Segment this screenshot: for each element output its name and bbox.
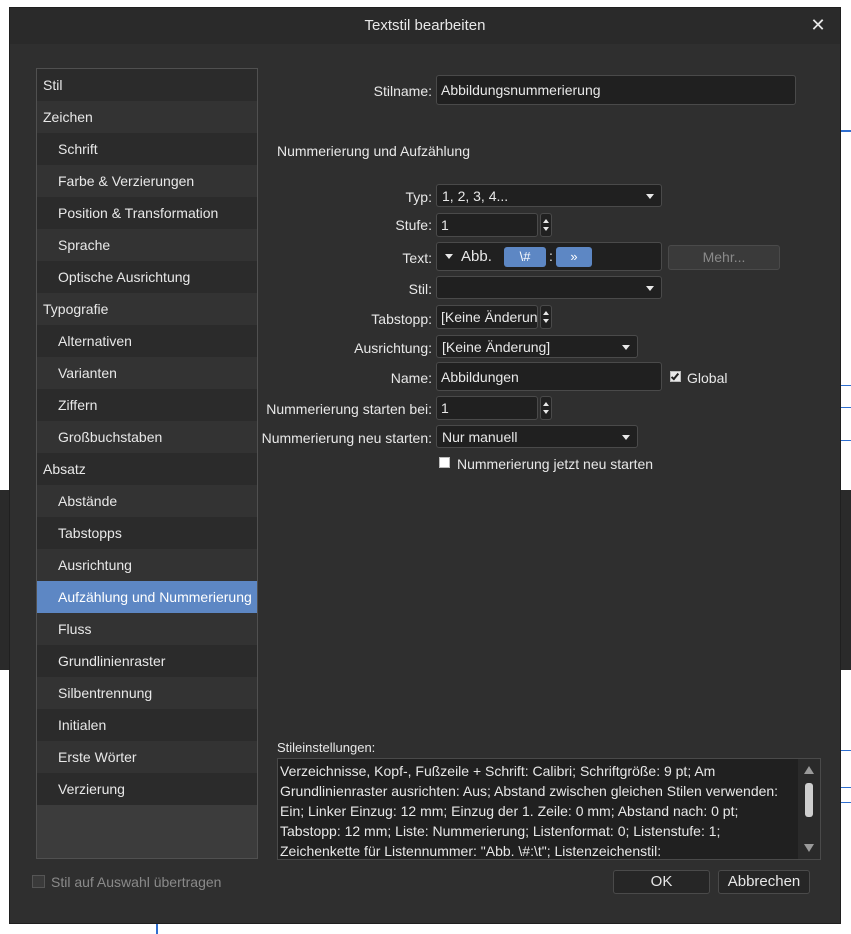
sidebar-item[interactable]: Silbentrennung xyxy=(37,677,257,709)
sidebar-item[interactable]: Zeichen xyxy=(37,101,257,133)
sidebar-item[interactable]: Farbe & Verzierungen xyxy=(37,165,257,197)
edit-text-style-dialog: Textstil bearbeiten ✕ Stil Zeichen Schrift… xyxy=(9,7,841,924)
list-style-select[interactable] xyxy=(436,276,662,299)
list-style-label: Stil: xyxy=(408,281,432,297)
sidebar-item[interactable]: Varianten xyxy=(37,357,257,389)
start-number-label: Nummerierung starten bei: xyxy=(266,401,432,417)
more-button[interactable]: Mehr... xyxy=(668,245,780,270)
sidebar-item[interactable]: Position & Transformation xyxy=(37,197,257,229)
style-name-input[interactable]: Abbildungsnummerierung xyxy=(436,75,796,105)
sidebar-item[interactable]: Ausrichtung xyxy=(37,549,257,581)
style-settings-box[interactable]: Verzeichnisse, Kopf-, Fußzeile + Schrift… xyxy=(277,758,821,860)
restart-value: Nur manuell xyxy=(442,428,518,445)
stepper-down-icon xyxy=(543,319,549,323)
stepper-down-icon xyxy=(543,410,549,414)
style-settings-label: Stileinstellungen: xyxy=(277,740,376,755)
type-label: Typ: xyxy=(405,189,432,205)
tab-stop-stepper[interactable] xyxy=(540,305,552,329)
restart-now-label: Nummerierung jetzt neu starten xyxy=(457,456,654,472)
chevron-down-icon xyxy=(646,193,654,199)
sidebar-item[interactable]: Stil xyxy=(37,69,257,101)
alignment-select[interactable]: [Keine Änderung] xyxy=(436,335,638,358)
global-checkbox[interactable] xyxy=(670,371,681,382)
title-bar: Textstil bearbeiten ✕ xyxy=(10,8,840,44)
sidebar-item[interactable]: Optische Ausrichtung xyxy=(37,261,257,293)
stepper-up-icon xyxy=(543,402,549,406)
type-select[interactable]: 1, 2, 3, 4... xyxy=(436,184,662,207)
level-input[interactable]: 1 xyxy=(436,213,538,237)
level-stepper[interactable] xyxy=(540,213,552,237)
check-icon xyxy=(670,371,680,381)
number-text-prefix: Abb. xyxy=(461,248,492,265)
sidebar-item[interactable]: Schrift xyxy=(37,133,257,165)
sidebar-item[interactable]: Absatz xyxy=(37,453,257,485)
restart-label: Nummerierung neu starten: xyxy=(261,430,432,446)
sidebar-item[interactable]: Abstände xyxy=(37,485,257,517)
section-title: Nummerierung und Aufzählung xyxy=(277,143,471,159)
sidebar-item[interactable]: Fluss xyxy=(37,613,257,645)
sidebar-item[interactable]: Grundlinienraster xyxy=(37,645,257,677)
sidebar-item[interactable]: Alternativen xyxy=(37,325,257,357)
sidebar-item[interactable]: Verzierung xyxy=(37,773,257,805)
sidebar-item[interactable]: Sprache xyxy=(37,229,257,261)
level-label: Stufe: xyxy=(395,217,432,233)
scrollbar[interactable] xyxy=(798,759,820,859)
stepper-up-icon xyxy=(543,219,549,223)
close-icon[interactable]: ✕ xyxy=(806,14,830,38)
ok-button[interactable]: OK xyxy=(613,870,710,894)
scroll-down-icon[interactable] xyxy=(804,844,814,852)
tab-stop-input[interactable]: [Keine Änderung] xyxy=(436,305,538,329)
tab-stop-label: Tabstopp: xyxy=(371,311,432,327)
sidebar-item[interactable]: Tabstopps xyxy=(37,517,257,549)
cancel-button[interactable]: Abbrechen xyxy=(718,870,810,894)
alignment-label: Ausrichtung: xyxy=(354,340,432,356)
style-settings-text: Verzeichnisse, Kopf-, Fußzeile + Schrift… xyxy=(280,763,779,859)
scroll-up-icon[interactable] xyxy=(804,766,814,774)
background-guide-line xyxy=(841,750,851,751)
type-select-value: 1, 2, 3, 4... xyxy=(442,187,509,204)
sidebar-item[interactable]: Initialen xyxy=(37,709,257,741)
global-label: Global xyxy=(687,370,728,386)
stepper-up-icon xyxy=(543,311,549,315)
background-guide-line xyxy=(841,385,851,386)
category-sidebar: Stil Zeichen Schrift Farbe & Verzierungen Po… xyxy=(36,68,258,859)
background-guide-line xyxy=(841,802,851,803)
background-guide-line xyxy=(841,130,851,132)
chevron-down-icon xyxy=(646,285,654,291)
start-number-stepper[interactable] xyxy=(540,396,552,420)
background-guide-line xyxy=(156,924,158,934)
scroll-thumb[interactable] xyxy=(805,783,813,817)
background-guide-line xyxy=(841,440,851,441)
sidebar-item[interactable]: Erste Wörter xyxy=(37,741,257,773)
stepper-down-icon xyxy=(543,227,549,231)
dialog-title: Textstil bearbeiten xyxy=(364,17,486,34)
background-guide-line xyxy=(841,407,851,408)
restart-now-checkbox[interactable] xyxy=(439,457,450,468)
chevron-down-icon xyxy=(622,434,630,440)
tab-token[interactable]: » xyxy=(556,247,592,267)
apply-style-label: Stil auf Auswahl übertragen xyxy=(51,874,222,890)
sidebar-item[interactable]: Ziffern xyxy=(37,389,257,421)
sidebar-item[interactable]: Typografie xyxy=(37,293,257,325)
insert-menu-icon[interactable] xyxy=(445,254,453,259)
apply-style-checkbox[interactable] xyxy=(32,875,45,888)
sidebar-item[interactable]: Aufzählung und Nummerierung xyxy=(37,581,257,613)
sidebar-item[interactable]: Großbuchstaben xyxy=(37,421,257,453)
chevron-down-icon xyxy=(622,344,630,350)
name-label: Name: xyxy=(390,370,432,386)
restart-select[interactable]: Nur manuell xyxy=(436,425,638,448)
alignment-value: [Keine Änderung] xyxy=(442,338,551,355)
background-guide-line xyxy=(841,787,851,788)
text-label: Text: xyxy=(402,250,432,266)
style-name-label: Stilname: xyxy=(373,83,432,99)
number-token[interactable]: \# xyxy=(504,247,546,267)
name-input[interactable]: Abbildungen xyxy=(436,362,662,391)
start-number-input[interactable]: 1 xyxy=(436,396,538,420)
number-text-separator: : xyxy=(549,248,553,264)
